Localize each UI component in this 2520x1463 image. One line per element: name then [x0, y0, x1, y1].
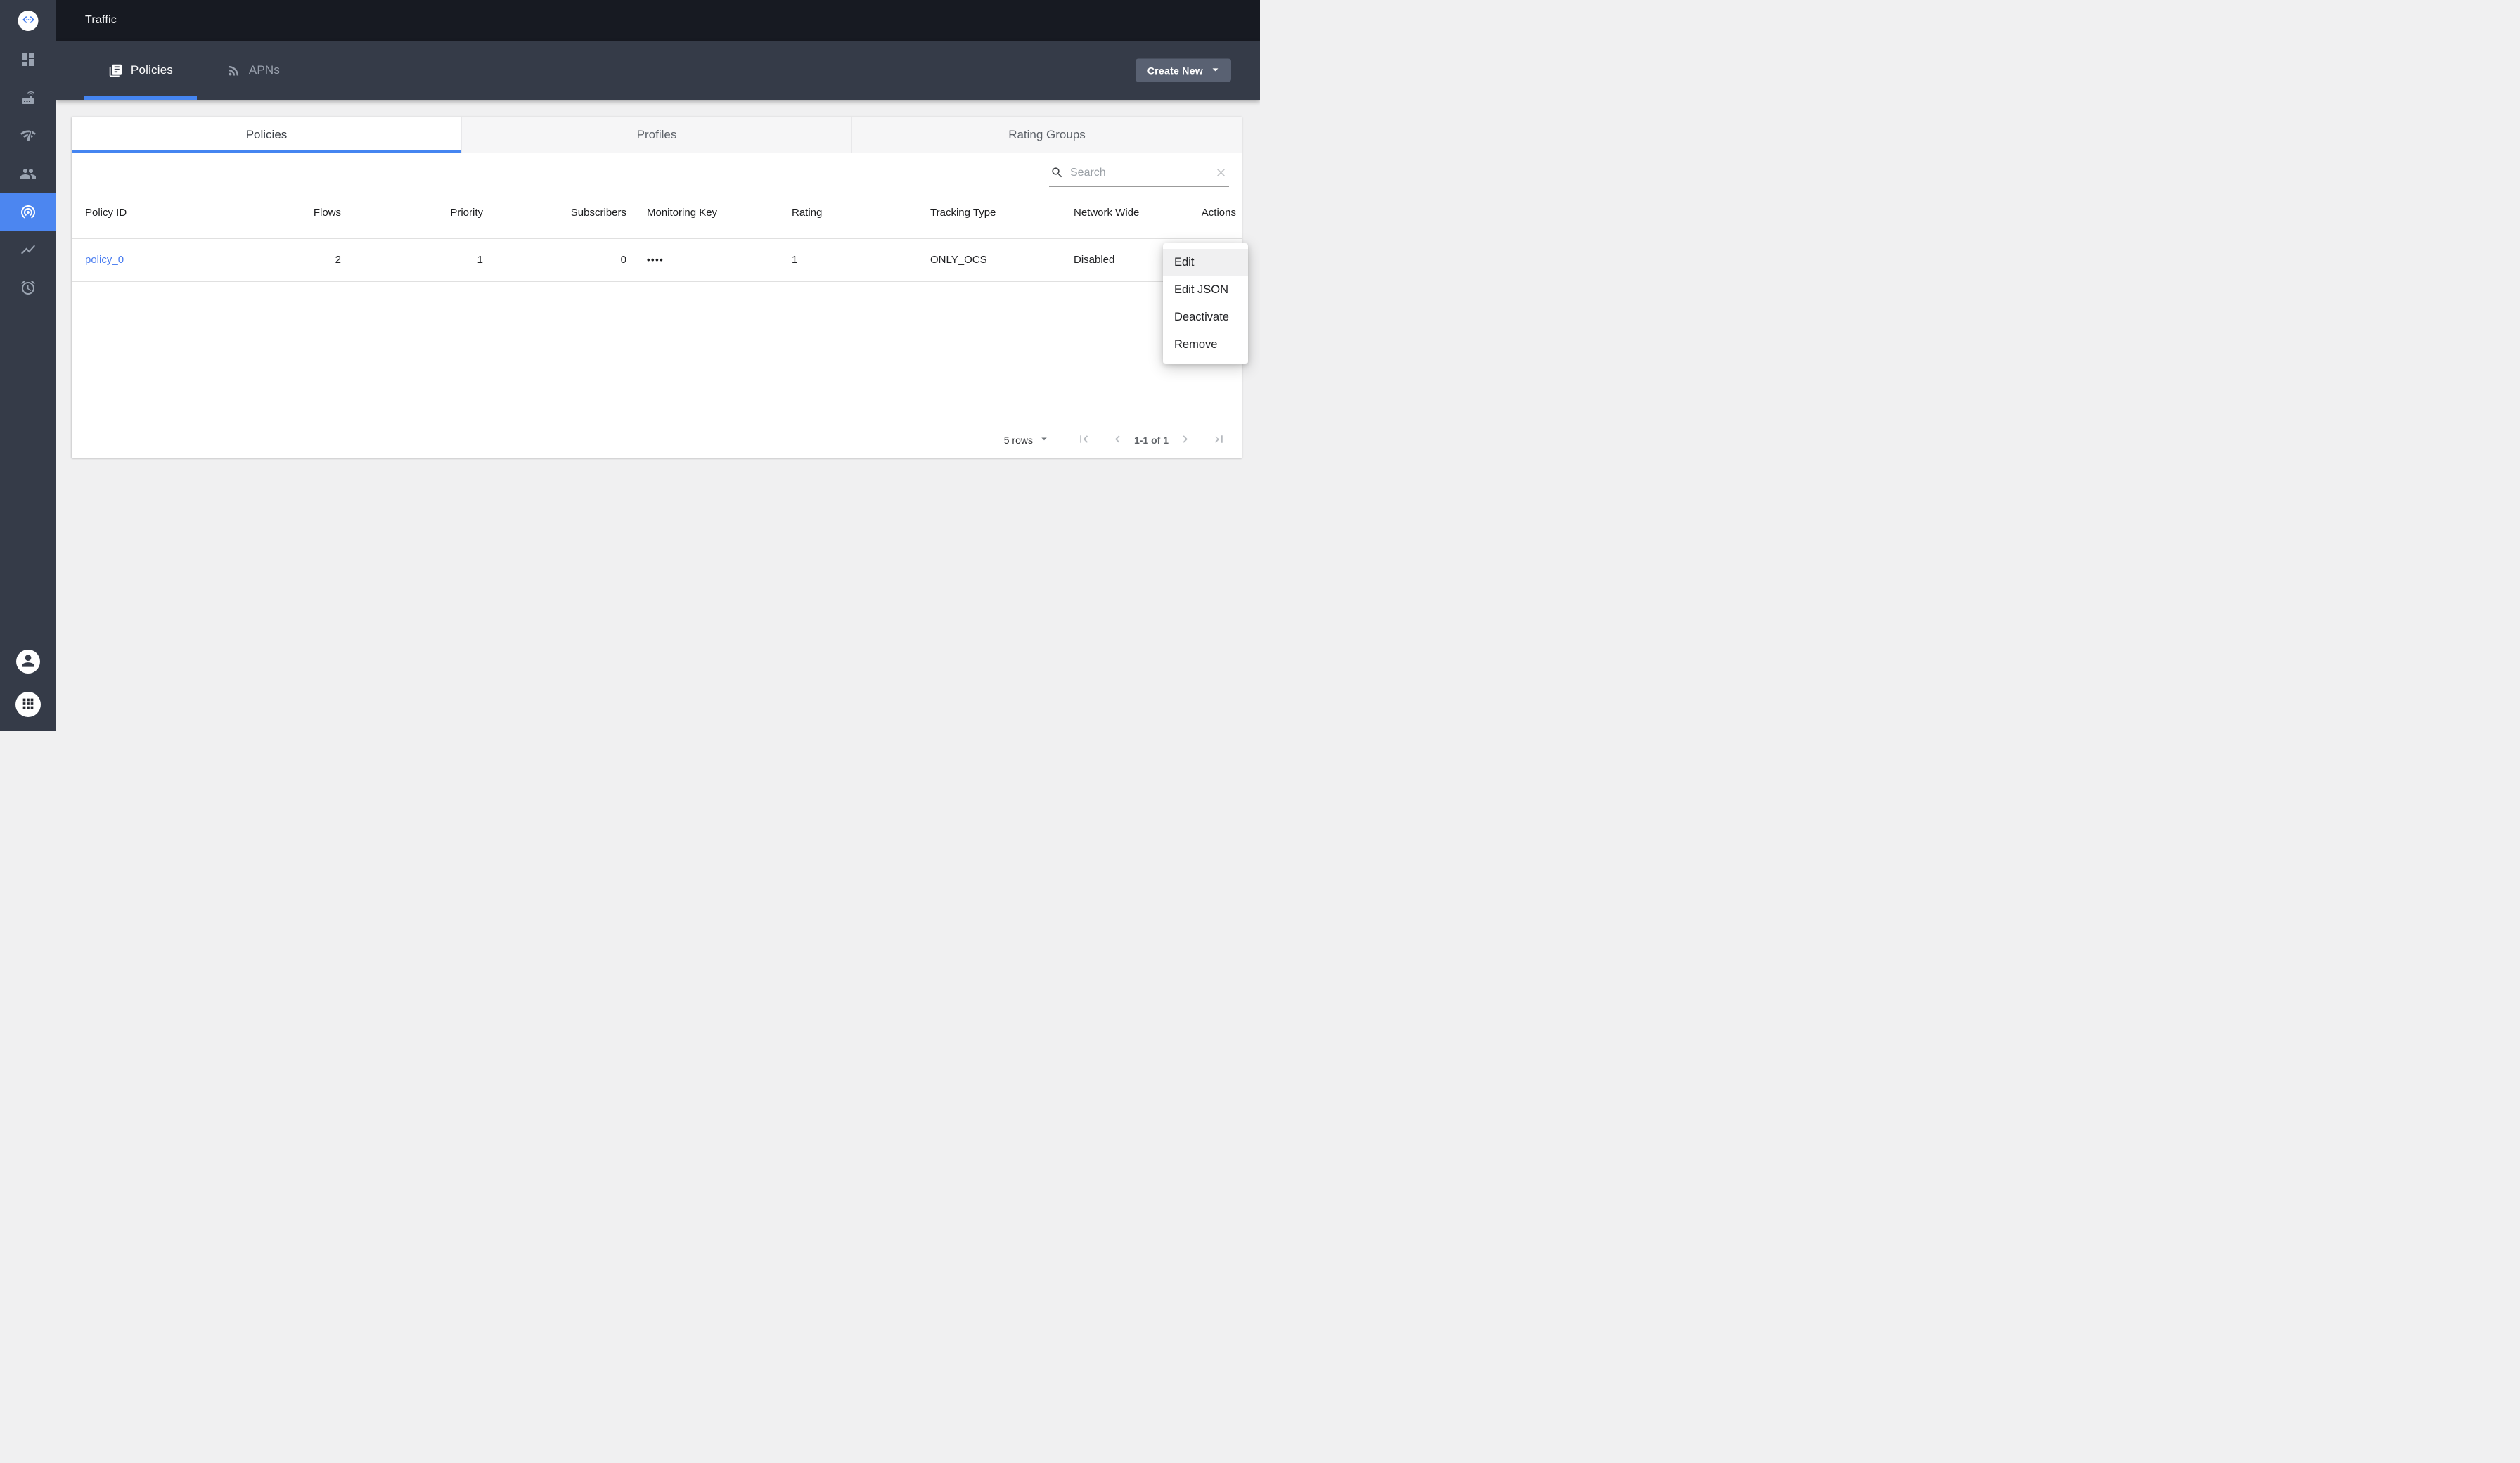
sidebar-item-traffic[interactable]: [0, 193, 56, 231]
column-header-network-wide: Network Wide: [1060, 187, 1193, 238]
person-icon: [19, 652, 37, 672]
apps-grid-icon: [20, 696, 36, 714]
column-header-actions: Actions: [1193, 187, 1242, 238]
cell-subscribers: 0: [494, 238, 638, 281]
subtab-label: Rating Groups: [1008, 128, 1086, 142]
wifi-tethering-icon: [20, 203, 37, 222]
dropdown-arrow-icon: [1038, 432, 1050, 447]
cell-priority: 1: [352, 238, 494, 281]
table-empty-space: [72, 282, 1242, 423]
menu-item-edit[interactable]: Edit: [1163, 249, 1248, 276]
sidebar: [0, 0, 56, 731]
router-icon: [20, 89, 37, 108]
panel-subtabs: Policies Profiles Rating Groups: [72, 117, 1242, 153]
previous-page-button[interactable]: [1110, 432, 1125, 449]
cell-rating: 1: [783, 238, 912, 281]
apps-button[interactable]: [15, 692, 41, 717]
app-root: Traffic Policies APNs Create New: [0, 0, 1260, 731]
menu-item-edit-json[interactable]: Edit JSON: [1163, 276, 1248, 304]
column-header-priority: Priority: [352, 187, 494, 238]
topbar: Traffic: [56, 0, 1260, 41]
column-header-subscribers: Subscribers: [494, 187, 638, 238]
clear-search-icon[interactable]: [1214, 166, 1228, 179]
row-actions-menu: Edit Edit JSON Deactivate Remove: [1163, 243, 1248, 364]
cell-monitoring-key: ••••: [638, 238, 783, 281]
chevron-right-icon: [1178, 432, 1192, 449]
create-new-button[interactable]: Create New: [1136, 59, 1231, 82]
policies-table: Policy ID Flows Priority Subscribers Mon…: [72, 187, 1242, 282]
page-title: Traffic: [85, 14, 117, 27]
page-range-label: 1-1 of 1: [1134, 434, 1169, 446]
sidebar-item-dashboard[interactable]: [0, 41, 56, 79]
subtab-profiles[interactable]: Profiles: [461, 117, 851, 153]
line-chart-icon: [20, 241, 37, 260]
rows-per-page-label: 5 rows: [1004, 434, 1033, 446]
menu-item-remove[interactable]: Remove: [1163, 331, 1248, 359]
api-docs-button[interactable]: [18, 11, 39, 31]
chevron-left-icon: [1110, 432, 1125, 449]
rows-per-page-select[interactable]: 5 rows: [1004, 432, 1050, 447]
rss-feed-icon: [226, 63, 241, 78]
section-tabs: Policies APNs: [84, 41, 309, 100]
tab-apns[interactable]: APNs: [197, 41, 309, 100]
column-header-rating: Rating: [783, 187, 912, 238]
cell-tracking-type: ONLY_OCS: [912, 238, 1060, 281]
active-tab-indicator: [84, 96, 197, 100]
search-icon: [1050, 166, 1064, 179]
sidebar-item-subscribers[interactable]: [0, 155, 56, 193]
first-page-button[interactable]: [1076, 432, 1091, 449]
network-check-icon: [20, 127, 37, 146]
table-header-row: Policy ID Flows Priority Subscribers Mon…: [72, 187, 1242, 238]
dashboard-icon: [20, 51, 37, 70]
tab-label: APNs: [249, 63, 280, 77]
policies-panel: Policies Profiles Rating Groups: [72, 117, 1242, 458]
account-button[interactable]: [16, 650, 40, 674]
column-header-flows: Flows: [240, 187, 352, 238]
sidebar-nav: [0, 0, 56, 307]
column-header-policy-id: Policy ID: [72, 187, 240, 238]
table-row: policy_0 2 1 0 •••• 1 ONLY_OCS Disabled: [72, 238, 1242, 281]
section-tabbar: Policies APNs Create New: [56, 41, 1260, 100]
sidebar-item-equipment[interactable]: [0, 79, 56, 117]
next-page-button[interactable]: [1178, 432, 1192, 449]
search-row: [72, 153, 1242, 187]
cell-flows: 2: [240, 238, 352, 281]
sidebar-item-alarms[interactable]: [0, 269, 56, 307]
create-new-label: Create New: [1148, 65, 1203, 76]
search-field: [1049, 162, 1229, 187]
code-icon: [21, 13, 35, 29]
tab-policies[interactable]: Policies: [84, 41, 197, 100]
column-header-tracking-type: Tracking Type: [912, 187, 1060, 238]
tab-label: Policies: [131, 63, 173, 77]
people-icon: [20, 165, 37, 184]
sidebar-item-network-check[interactable]: [0, 117, 56, 155]
subtab-rating-groups[interactable]: Rating Groups: [851, 117, 1242, 153]
pagination: 5 rows 1-1 of 1: [72, 422, 1242, 458]
sidebar-item-metrics[interactable]: [0, 231, 56, 269]
policy-link[interactable]: policy_0: [85, 254, 124, 266]
search-input[interactable]: [1070, 167, 1208, 179]
dropdown-arrow-icon: [1209, 63, 1222, 78]
subtab-label: Profiles: [637, 128, 677, 142]
first-page-icon: [1076, 432, 1091, 449]
subtab-policies[interactable]: Policies: [72, 117, 461, 153]
last-page-button[interactable]: [1211, 432, 1226, 449]
last-page-icon: [1211, 432, 1226, 449]
subtab-label: Policies: [246, 128, 288, 142]
menu-item-deactivate[interactable]: Deactivate: [1163, 304, 1248, 331]
alarm-clock-icon: [20, 279, 37, 298]
cell-policy-id: policy_0: [72, 238, 240, 281]
column-header-monitoring-key: Monitoring Key: [638, 187, 783, 238]
library-books-icon: [108, 63, 123, 78]
